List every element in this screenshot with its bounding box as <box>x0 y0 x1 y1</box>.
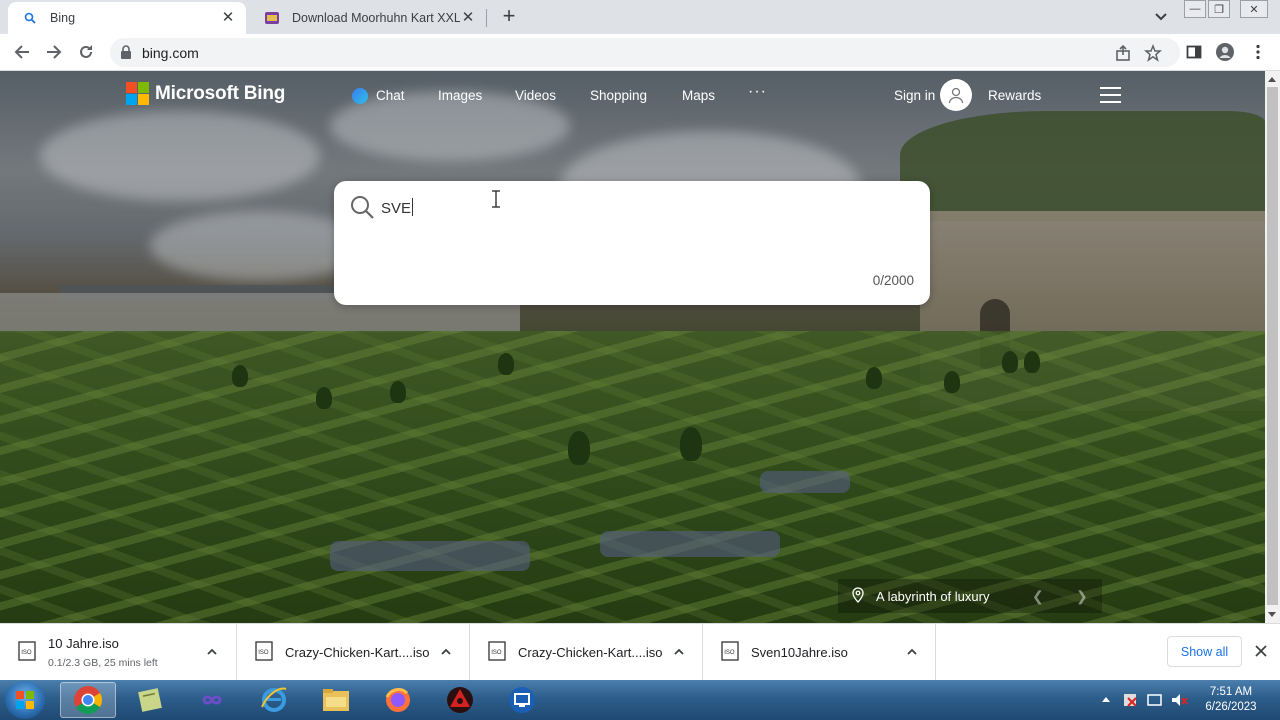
svg-text:ISO: ISO <box>21 650 32 656</box>
taskbar-remote-app-icon[interactable] <box>494 682 550 718</box>
nav-chat[interactable]: Chat <box>376 88 405 103</box>
tab-separator <box>486 9 487 27</box>
bing-search-favicon-icon <box>22 10 38 26</box>
search-box[interactable]: SVE 0/2000 <box>334 181 930 305</box>
system-clock[interactable]: 7:51 AM 6/26/2023 <box>1196 685 1266 715</box>
next-image-chevron-right-icon[interactable]: ❯ <box>1076 588 1088 605</box>
logo-text: Microsoft Bing <box>155 82 286 104</box>
url-text: bing.com <box>142 45 199 61</box>
taskbar-chrome-icon[interactable] <box>60 682 116 718</box>
close-tab-icon[interactable]: ✕ <box>460 10 476 26</box>
iso-file-icon: ISO <box>721 641 739 661</box>
iso-file-icon: ISO <box>18 641 36 661</box>
download-status: 0.1/2.3 GB, 25 mins left <box>48 657 158 669</box>
scrollbar-thumb[interactable] <box>1267 87 1278 605</box>
share-icon[interactable] <box>1114 44 1132 65</box>
close-download-shelf-icon[interactable] <box>1254 644 1268 658</box>
bookmark-star-icon[interactable] <box>1144 43 1162 65</box>
close-tab-icon[interactable]: ✕ <box>220 10 236 26</box>
clock-time: 7:51 AM <box>1209 686 1253 698</box>
user-avatar-icon[interactable] <box>940 79 972 111</box>
address-bar[interactable]: bing.com <box>110 38 1180 67</box>
download-filename: Crazy-Chicken-Kart....iso <box>518 645 663 660</box>
previous-image-chevron-left-icon[interactable]: ❮ <box>1032 588 1044 605</box>
image-caption[interactable]: A labyrinth of luxury ❮ ❯ <box>838 579 1102 613</box>
site-favicon-icon <box>264 10 280 26</box>
tab-strip: Bing ✕ Download Moorhuhn Kart XXL (W ✕ +… <box>0 0 1280 34</box>
nav-shopping[interactable]: Shopping <box>590 88 647 103</box>
iso-file-icon: ISO <box>255 641 273 661</box>
nav-maps[interactable]: Maps <box>682 88 715 103</box>
location-pin-icon <box>852 586 864 606</box>
caption-text: A labyrinth of luxury <box>876 588 990 604</box>
iso-file-icon: ISO <box>488 641 506 661</box>
chevron-up-icon[interactable] <box>206 646 218 658</box>
character-counter: 0/2000 <box>872 273 914 288</box>
microsoft-bing-logo[interactable]: Microsoft Bing <box>126 82 285 105</box>
text-cursor-ibeam-icon <box>491 190 501 211</box>
nav-more-icon[interactable]: ··· <box>748 83 767 101</box>
close-window-icon[interactable]: ✕ <box>1240 0 1268 18</box>
chevron-up-icon[interactable] <box>440 646 452 658</box>
restore-window-icon[interactable]: ❐ <box>1208 0 1230 18</box>
search-icon[interactable] <box>349 194 375 223</box>
taskbar-internet-explorer-icon[interactable] <box>246 682 302 718</box>
svg-text:ISO: ISO <box>724 650 735 656</box>
clock-date: 6/26/2023 <box>1205 701 1257 713</box>
minimize-window-icon[interactable]: — <box>1184 0 1206 18</box>
download-item[interactable]: ISO Sven10Jahre.iso <box>703 624 936 681</box>
search-input[interactable]: SVE <box>381 198 414 217</box>
lock-icon[interactable] <box>120 45 132 62</box>
tab-moorhuhn[interactable]: Download Moorhuhn Kart XXL (W ✕ <box>250 2 486 34</box>
new-tab-plus-icon[interactable]: + <box>498 5 520 28</box>
browser-toolbar: bing.com <box>0 34 1280 71</box>
tab-title: Download Moorhuhn Kart XXL (W <box>292 11 460 25</box>
nav-images[interactable]: Images <box>438 88 482 103</box>
windows-taskbar: 7:51 AM 6/26/2023 <box>0 680 1280 720</box>
download-item[interactable]: ISO Crazy-Chicken-Kart....iso <box>237 624 470 681</box>
scroll-up-arrow-icon[interactable] <box>1268 77 1276 82</box>
svg-text:ISO: ISO <box>258 650 269 656</box>
tab-bing[interactable]: Bing ✕ <box>8 2 246 34</box>
browser-menu-kebab-icon[interactable] <box>1248 42 1268 62</box>
nav-videos[interactable]: Videos <box>515 88 556 103</box>
download-shelf: ISO 10 Jahre.iso 0.1/2.3 GB, 25 mins lef… <box>0 623 1280 681</box>
download-filename: Sven10Jahre.iso <box>751 645 848 660</box>
forward-arrow-icon[interactable] <box>44 42 64 62</box>
taskbar-red-app-icon[interactable] <box>432 682 488 718</box>
taskbar-infinity-app-icon[interactable] <box>184 682 240 718</box>
back-arrow-icon[interactable] <box>12 42 32 62</box>
reload-icon[interactable] <box>76 42 96 62</box>
chevron-up-icon[interactable] <box>673 646 685 658</box>
microsoft-logo-icon <box>126 82 149 105</box>
page-scrollbar[interactable] <box>1265 71 1280 623</box>
show-all-downloads-button[interactable]: Show all <box>1167 636 1242 667</box>
system-tray <box>1098 692 1188 711</box>
sign-in-link[interactable]: Sign in <box>894 88 935 103</box>
profile-avatar-icon[interactable] <box>1215 42 1235 62</box>
side-panel-icon[interactable] <box>1184 42 1204 62</box>
tab-search-chevron-down-icon[interactable] <box>1152 8 1170 26</box>
svg-text:ISO: ISO <box>491 650 502 656</box>
taskbar-firefox-icon[interactable] <box>370 682 426 718</box>
bing-homepage: Microsoft Bing Chat Images Videos Shoppi… <box>0 71 1265 623</box>
download-item[interactable]: ISO 10 Jahre.iso 0.1/2.3 GB, 25 mins lef… <box>0 624 237 681</box>
taskbar-notepad-icon[interactable] <box>122 682 178 718</box>
taskbar-file-explorer-icon[interactable] <box>308 682 364 718</box>
start-button-windows-logo-icon[interactable] <box>5 681 45 719</box>
download-item[interactable]: ISO Crazy-Chicken-Kart....iso <box>470 624 703 681</box>
rewards-link[interactable]: Rewards <box>988 88 1041 103</box>
bing-top-nav: Microsoft Bing Chat Images Videos Shoppi… <box>0 71 1265 121</box>
chevron-up-icon[interactable] <box>906 646 918 658</box>
scroll-down-arrow-icon[interactable] <box>1268 612 1276 617</box>
download-filename: 10 Jahre.iso <box>48 636 119 651</box>
tab-title: Bing <box>50 11 76 25</box>
download-filename: Crazy-Chicken-Kart....iso <box>285 645 430 660</box>
hamburger-menu-icon[interactable] <box>1100 87 1121 103</box>
chat-icon[interactable] <box>352 88 368 104</box>
